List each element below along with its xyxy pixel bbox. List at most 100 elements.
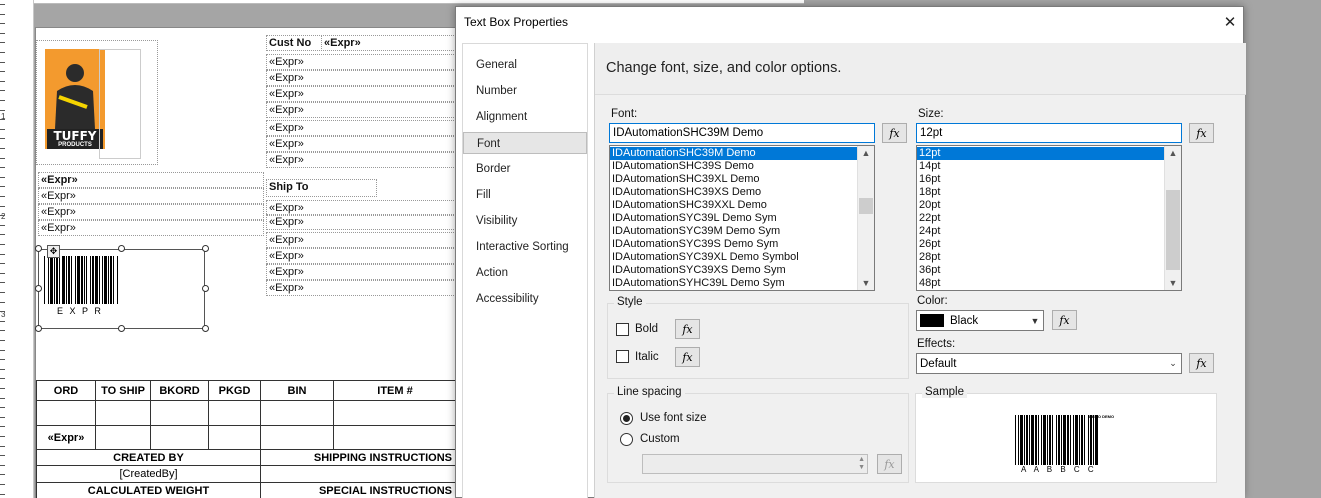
ship-to-expr-12[interactable]: «Expr» [266, 264, 460, 280]
ship-to-expr-7[interactable]: «Expr» [266, 152, 460, 168]
ship-to-expr-13[interactable]: «Expr» [266, 280, 460, 296]
size-list-scrollbar[interactable]: ▲ ▼ [1164, 146, 1181, 290]
col-header-to-ship[interactable]: TO SHIP [95, 380, 151, 401]
resize-handle[interactable] [202, 325, 209, 332]
effects-dropdown[interactable]: Default ⌄ [916, 353, 1182, 374]
close-icon[interactable]: ✕ [1220, 13, 1240, 31]
font-listbox[interactable]: IDAutomationSHC39M Demo IDAutomationSHC39… [609, 145, 875, 291]
use-font-size-label[interactable]: Use font size [640, 412, 706, 424]
font-option[interactable]: IDAutomationSYC39M Demo Sym [610, 225, 874, 238]
font-option[interactable]: IDAutomationSHC39XS Demo [610, 186, 874, 199]
table-cell[interactable] [36, 400, 96, 426]
font-expression-button[interactable]: fx [882, 123, 907, 143]
size-listbox[interactable]: 12pt 14pt 16pt 18pt 20pt 22pt 24pt 26pt 28pt 36pt… [916, 145, 1182, 291]
scroll-up-icon[interactable]: ▲ [858, 146, 874, 160]
scroll-down-icon[interactable]: ▼ [858, 276, 874, 290]
custom-spacing-expression-button[interactable]: fx [877, 454, 902, 474]
table-cell[interactable] [95, 425, 151, 450]
table-cell[interactable] [150, 425, 209, 450]
cust-no-expr[interactable]: «Expr» [321, 35, 460, 51]
calculated-weight-label[interactable]: CALCULATED WEIGHT [36, 482, 261, 498]
font-option[interactable]: IDAutomationSHC39M Demo [610, 147, 874, 160]
color-dropdown[interactable]: Black ▼ [916, 310, 1044, 331]
custom-label[interactable]: Custom [640, 433, 680, 445]
table-cell[interactable] [260, 465, 457, 483]
shipping-instructions-label[interactable]: SHIPPING INSTRUCTIONS [260, 449, 457, 466]
resize-handle[interactable] [118, 245, 125, 252]
nav-item-alignment[interactable]: Alignment [463, 106, 587, 128]
bill-to-expr-4[interactable]: «Expr» [38, 220, 264, 236]
bill-to-expr-3[interactable]: «Expr» [38, 204, 264, 220]
size-option[interactable]: 22pt [917, 212, 1181, 225]
nav-item-border[interactable]: Border [463, 158, 587, 180]
resize-handle[interactable] [202, 245, 209, 252]
resize-handle[interactable] [35, 325, 42, 332]
color-expression-button[interactable]: fx [1052, 310, 1077, 330]
col-header-item[interactable]: ITEM # [333, 380, 457, 401]
ord-expr-cell[interactable]: «Expr» [36, 425, 96, 450]
logo-frame[interactable]: TUFFY PRODUCTS [36, 40, 158, 165]
resize-handle[interactable] [35, 245, 42, 252]
move-handle-icon[interactable]: ✥ [47, 245, 60, 258]
spinner-icon[interactable]: ▲ ▼ [858, 456, 865, 472]
nav-item-accessibility[interactable]: Accessibility [463, 288, 587, 310]
cust-no-label[interactable]: Cust No [266, 35, 322, 51]
col-header-ord[interactable]: ORD [36, 380, 96, 401]
scroll-up-icon[interactable]: ▲ [1165, 146, 1181, 160]
font-option[interactable]: IDAutomationSYHC39L Demo Sym [610, 277, 874, 290]
table-cell[interactable] [333, 400, 457, 426]
custom-radio[interactable] [620, 433, 633, 446]
ship-to-expr-5[interactable]: «Expr» [266, 120, 460, 136]
size-option[interactable]: 16pt [917, 173, 1181, 186]
size-option[interactable]: 12pt [917, 147, 1181, 160]
ship-to-expr-9[interactable]: «Expr» [266, 214, 460, 230]
scroll-thumb[interactable] [859, 198, 873, 214]
ship-to-expr-1[interactable]: «Expr» [266, 54, 460, 70]
ship-to-expr-11[interactable]: «Expr» [266, 248, 460, 264]
size-option[interactable]: 14pt [917, 160, 1181, 173]
size-option[interactable]: 24pt [917, 225, 1181, 238]
italic-checkbox[interactable] [616, 350, 629, 363]
ship-to-expr-3[interactable]: «Expr» [266, 86, 460, 102]
ship-to-expr-2[interactable]: «Expr» [266, 70, 460, 86]
table-cell[interactable] [260, 400, 334, 426]
table-cell[interactable] [208, 400, 261, 426]
size-option[interactable]: 36pt [917, 264, 1181, 277]
italic-expression-button[interactable]: fx [675, 347, 700, 367]
resize-handle[interactable] [35, 285, 42, 292]
ship-to-expr-6[interactable]: «Expr» [266, 136, 460, 152]
table-cell[interactable] [95, 400, 151, 426]
size-option[interactable]: 26pt [917, 238, 1181, 251]
font-list-scrollbar[interactable]: ▲ ▼ [857, 146, 874, 290]
font-option[interactable]: IDAutomationSYC39S Demo Sym [610, 238, 874, 251]
size-option[interactable]: 28pt [917, 251, 1181, 264]
col-header-bin[interactable]: BIN [260, 380, 334, 401]
barcode-textbox[interactable]: E X P R [38, 249, 205, 329]
bold-expression-button[interactable]: fx [675, 319, 700, 339]
nav-item-action[interactable]: Action [463, 262, 587, 284]
font-option[interactable]: IDAutomationSHC39XL Demo [610, 173, 874, 186]
nav-item-number[interactable]: Number [463, 80, 587, 102]
effects-expression-button[interactable]: fx [1189, 353, 1214, 373]
font-option[interactable]: IDAutomationSYC39L Demo Sym [610, 212, 874, 225]
bold-checkbox[interactable] [616, 323, 629, 336]
italic-label[interactable]: Italic [635, 351, 659, 363]
created-by-label[interactable]: CREATED BY [36, 449, 261, 466]
table-cell[interactable] [150, 400, 209, 426]
ship-to-expr-4[interactable]: «Expr» [266, 102, 460, 118]
ship-to-expr-10[interactable]: «Expr» [266, 232, 460, 248]
custom-spacing-input[interactable]: ▲ ▼ [642, 454, 868, 474]
font-option[interactable]: IDAutomationSYC39XS Demo Sym [610, 264, 874, 277]
size-option[interactable]: 48pt [917, 277, 1181, 290]
col-header-pkgd[interactable]: PKGD [208, 380, 261, 401]
resize-handle[interactable] [118, 325, 125, 332]
nav-item-font[interactable]: Font [463, 132, 587, 154]
font-input[interactable]: IDAutomationSHC39M Demo [609, 123, 875, 143]
bill-to-expr-2[interactable]: «Expr» [38, 188, 264, 204]
size-option[interactable]: 18pt [917, 186, 1181, 199]
bill-to-expr-1[interactable]: «Expr» [38, 172, 264, 188]
special-instructions-label[interactable]: SPECIAL INSTRUCTIONS [260, 482, 457, 498]
size-input[interactable]: 12pt [916, 123, 1182, 143]
font-option[interactable]: IDAutomationSHC39XXL Demo [610, 199, 874, 212]
nav-item-fill[interactable]: Fill [463, 184, 587, 206]
